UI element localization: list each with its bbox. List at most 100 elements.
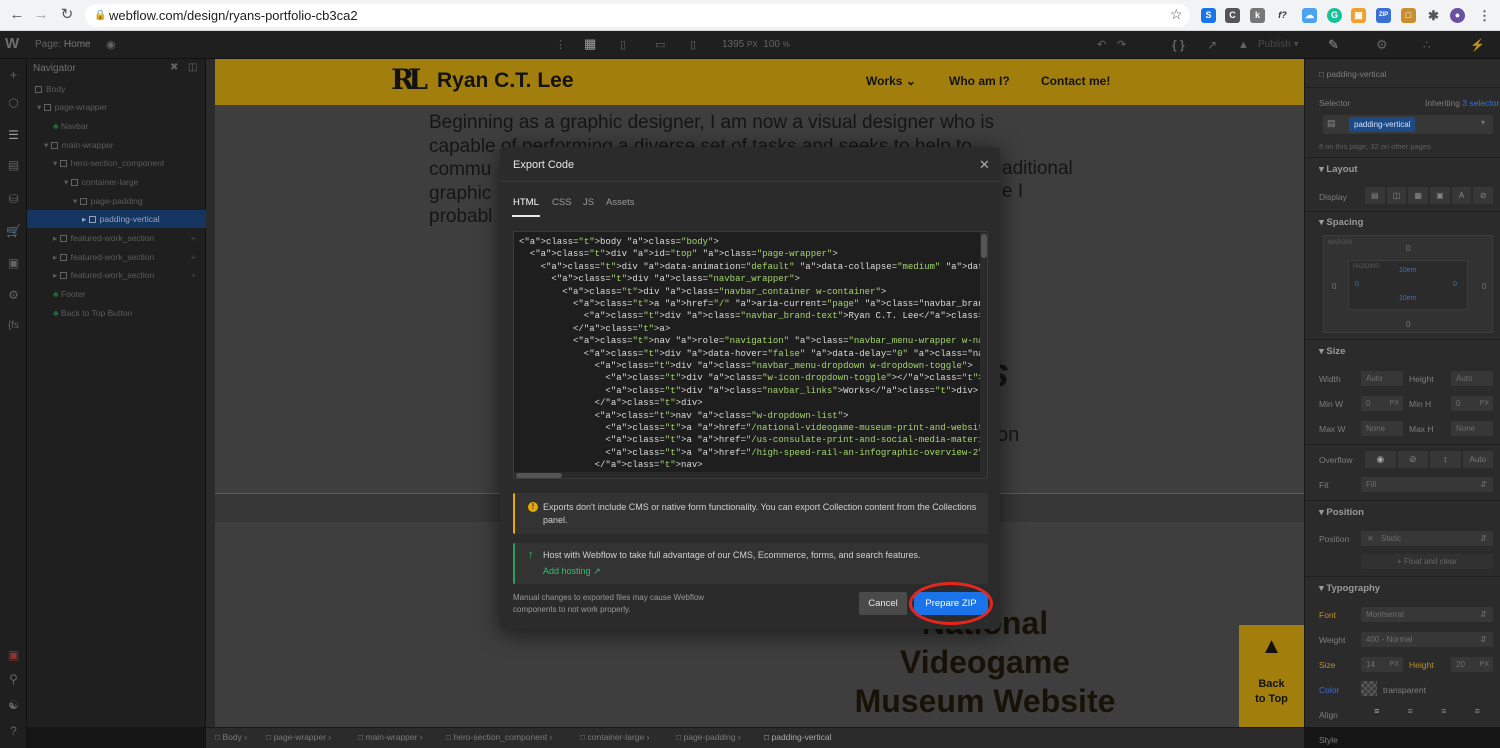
margin-left-value[interactable]: 0 xyxy=(1332,282,1336,291)
reload-icon[interactable]: ↻ xyxy=(57,5,77,25)
breadcrumb-item-current[interactable]: □ padding-vertical xyxy=(764,732,832,742)
margin-right-value[interactable]: 0 xyxy=(1482,282,1486,291)
font-select[interactable]: Montserrat ⇵ xyxy=(1361,607,1493,622)
display-none-icon[interactable]: ⊘ xyxy=(1473,187,1494,204)
address-bar[interactable]: 🔒 webflow.com/design/ryans-portfolio-cb3… xyxy=(85,4,1190,27)
align-justify-icon[interactable]: ≡ xyxy=(1462,706,1494,721)
code-viewer[interactable]: <"a">class="t">body "a">class="body"> <"… xyxy=(513,231,988,479)
extension-4-icon[interactable]: f? xyxy=(1275,8,1290,23)
padding-top-value[interactable]: 10em xyxy=(1399,267,1417,274)
fit-select[interactable]: Fill ⇵ xyxy=(1361,477,1493,492)
code-line: <"a">class="t">div "a">class="navbar_men… xyxy=(519,361,973,371)
breadcrumb-item[interactable]: □ Body › xyxy=(215,732,247,742)
bookmark-star-icon[interactable]: ☆ xyxy=(1170,6,1183,23)
overflow-auto-button[interactable]: Auto xyxy=(1462,451,1493,468)
code-line: <"a">class="t">body "a">class="body"> xyxy=(519,237,719,247)
extension-3-icon[interactable]: k xyxy=(1250,8,1265,23)
code-line: <"a">class="t">a "a">href="/national-vid… xyxy=(519,423,987,433)
extensions-puzzle-icon[interactable]: ✱ xyxy=(1426,8,1441,23)
max-h-input[interactable]: None xyxy=(1451,421,1493,436)
size-heading[interactable]: ▾ Size xyxy=(1319,346,1345,357)
extension-6-icon[interactable]: G xyxy=(1327,8,1342,23)
extension-1-icon[interactable]: S xyxy=(1201,8,1216,23)
selector-usage: 8 on this page, 32 on other pages xyxy=(1319,142,1431,151)
position-select[interactable]: ✕ Static ⇵ xyxy=(1361,531,1493,546)
align-center-icon[interactable]: ≡ xyxy=(1395,706,1427,721)
add-hosting-link[interactable]: Add hosting ↗ xyxy=(543,566,601,577)
margin-top-value[interactable]: 0 xyxy=(1406,244,1410,253)
selector-field[interactable]: ▤ padding-vertical ▾ xyxy=(1323,115,1493,134)
breadcrumb-item[interactable]: □ page-padding › xyxy=(676,732,741,742)
horizontal-scrollbar[interactable] xyxy=(514,472,980,478)
modal-title: Export Code xyxy=(513,159,575,171)
breadcrumb-item[interactable]: □ main-wrapper › xyxy=(358,732,423,742)
height-label: Height xyxy=(1409,374,1434,384)
align-right-icon[interactable]: ≡ xyxy=(1428,706,1460,721)
extension-5-icon[interactable]: ☁ xyxy=(1302,8,1317,23)
spacing-heading[interactable]: ▾ Spacing xyxy=(1319,217,1363,228)
selected-element-label: □ padding-vertical xyxy=(1319,69,1387,79)
highlight-circle xyxy=(909,582,993,625)
extension-9-icon[interactable]: □ xyxy=(1401,8,1416,23)
breadcrumb-item[interactable]: □ container-large › xyxy=(580,732,649,742)
align-left-icon[interactable]: ≡ xyxy=(1361,706,1393,721)
warning-icon: ! xyxy=(528,502,538,512)
selector-token[interactable]: padding-vertical xyxy=(1349,117,1416,132)
cancel-button[interactable]: Cancel xyxy=(859,592,907,615)
display-block-icon[interactable]: ▤ xyxy=(1365,187,1385,204)
spacing-box: MARGIN 0 0 0 0 PADDING 10em 10em 0 0 xyxy=(1323,235,1493,333)
height-input[interactable]: Auto xyxy=(1451,371,1493,386)
width-input[interactable]: Auto xyxy=(1361,371,1403,386)
tab-css[interactable]: CSS xyxy=(552,197,572,208)
menu-kebab-icon[interactable]: ⋮ xyxy=(1477,8,1492,23)
close-icon[interactable]: ✕ xyxy=(979,157,990,173)
min-w-input[interactable]: 0 PX xyxy=(1361,396,1403,411)
extension-7-icon[interactable]: ▣ xyxy=(1351,8,1366,23)
margin-bottom-value[interactable]: 0 xyxy=(1406,320,1410,329)
style-label: Style xyxy=(1319,735,1338,745)
position-heading[interactable]: ▾ Position xyxy=(1319,507,1364,518)
tab-js[interactable]: JS xyxy=(583,197,594,208)
overflow-visible-icon[interactable]: ◉ xyxy=(1365,451,1396,468)
code-line: </"a">class="t">nav> xyxy=(519,460,703,471)
vertical-scrollbar[interactable] xyxy=(980,232,987,478)
display-inline-icon[interactable]: A xyxy=(1451,187,1472,204)
overflow-hidden-icon[interactable]: ⊘ xyxy=(1397,451,1428,468)
tab-assets[interactable]: Assets xyxy=(606,197,635,208)
code-line: <"a">class="t">nav "a">class="w-dropdown… xyxy=(519,410,849,421)
layout-heading[interactable]: ▾ Layout xyxy=(1319,164,1358,175)
line-height-input[interactable]: 20 PX xyxy=(1451,657,1493,672)
code-line: <"a">class="t">div "a">class="navbar_lin… xyxy=(519,385,979,396)
line-height-label: Height xyxy=(1409,660,1434,670)
max-w-input[interactable]: None xyxy=(1361,421,1403,436)
padding-left-value[interactable]: 0 xyxy=(1355,281,1359,288)
overflow-scroll-icon[interactable]: ↕ xyxy=(1430,451,1461,468)
export-code-modal: Export Code ✕ HTML CSS JS Assets <"a">cl… xyxy=(500,147,1000,629)
font-size-input[interactable]: 14 PX xyxy=(1361,657,1403,672)
back-icon[interactable]: ← xyxy=(7,5,27,25)
min-h-label: Min H xyxy=(1409,399,1432,409)
breadcrumb-item[interactable]: □ page-wrapper › xyxy=(266,732,331,742)
float-and-clear-toggle[interactable]: + Float and clear xyxy=(1361,554,1493,569)
padding-right-value[interactable]: 0 xyxy=(1453,281,1457,288)
padding-bottom-value[interactable]: 10em xyxy=(1399,295,1417,302)
code-line: <"a">class="t">a "a">href="/" "a">aria-c… xyxy=(519,299,987,309)
tab-html[interactable]: HTML xyxy=(513,197,539,208)
min-h-input[interactable]: 0 PX xyxy=(1451,396,1493,411)
inheriting-label[interactable]: Inheriting 3 selectors xyxy=(1425,98,1500,108)
breadcrumb-item[interactable]: □ hero-section_component › xyxy=(446,732,552,742)
extension-2-icon[interactable]: C xyxy=(1225,8,1240,23)
weight-label: Weight xyxy=(1319,635,1346,645)
fit-label: Fit xyxy=(1319,480,1329,490)
forward-icon[interactable]: → xyxy=(31,5,51,25)
color-swatch[interactable] xyxy=(1361,681,1377,696)
display-grid-icon[interactable]: ▦ xyxy=(1408,187,1429,204)
display-inline-block-icon[interactable]: ▣ xyxy=(1430,187,1450,204)
profile-avatar[interactable]: ● xyxy=(1450,8,1465,23)
extension-8-icon[interactable]: ZIP xyxy=(1376,8,1391,23)
typography-heading[interactable]: ▾ Typography xyxy=(1319,583,1380,594)
selector-dropdown-icon[interactable]: ▾ xyxy=(1481,118,1485,127)
weight-select[interactable]: 400 - Normal ⇵ xyxy=(1361,632,1493,647)
color-value[interactable]: transparent xyxy=(1383,685,1426,695)
display-flex-icon[interactable]: ◫ xyxy=(1386,187,1407,204)
